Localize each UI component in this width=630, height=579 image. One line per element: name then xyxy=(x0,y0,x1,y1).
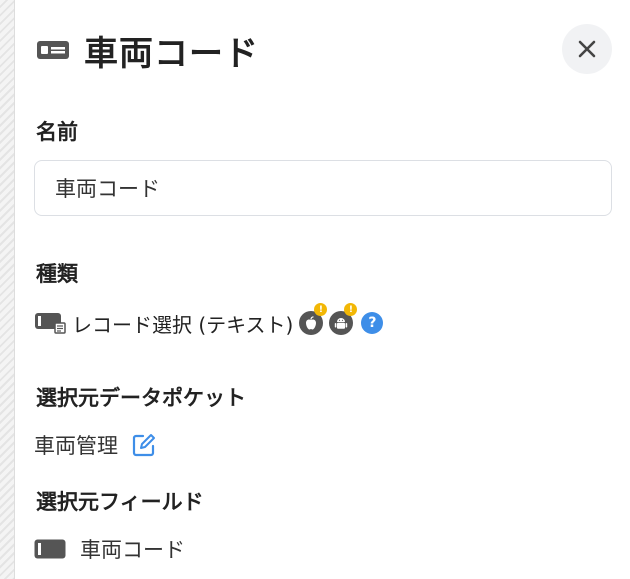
name-input[interactable] xyxy=(34,160,612,216)
panel-header: 車両コード xyxy=(36,24,259,76)
android-icon xyxy=(335,317,348,329)
type-value: レコード選択 (テキスト) xyxy=(72,312,294,337)
apple-icon xyxy=(306,315,317,329)
edit-icon[interactable] xyxy=(132,433,156,457)
source-field-value: 車両コード xyxy=(80,538,185,562)
close-icon xyxy=(578,40,596,58)
source-field-label: 選択元フィールド xyxy=(36,490,204,514)
source-pocket-row: 車両管理 xyxy=(34,430,156,460)
apple-warning-badge: ! xyxy=(314,303,328,316)
android-warning-badge: ! xyxy=(344,303,358,316)
close-button[interactable] xyxy=(562,24,612,74)
field-detail-panel: 車両コード 名前 種類 レコード選択 (テキスト) ! xyxy=(14,0,630,579)
type-row: レコード選択 (テキスト) ! ! ? xyxy=(34,303,384,337)
source-field-row: 車両コード xyxy=(34,534,185,564)
name-label: 名前 xyxy=(36,120,78,144)
record-select-icon xyxy=(35,313,66,334)
id-card-icon xyxy=(37,41,69,59)
panel-left-edge xyxy=(0,0,15,579)
text-field-icon xyxy=(34,539,66,559)
help-icon[interactable]: ? xyxy=(361,312,384,334)
source-pocket-label: 選択元データポケット xyxy=(36,386,246,410)
type-label: 種類 xyxy=(36,262,78,286)
apple-platform-badge: ! xyxy=(299,303,328,335)
page-title: 車両コード xyxy=(84,33,259,74)
android-platform-badge: ! xyxy=(329,303,358,335)
source-pocket-value: 車両管理 xyxy=(34,434,118,458)
